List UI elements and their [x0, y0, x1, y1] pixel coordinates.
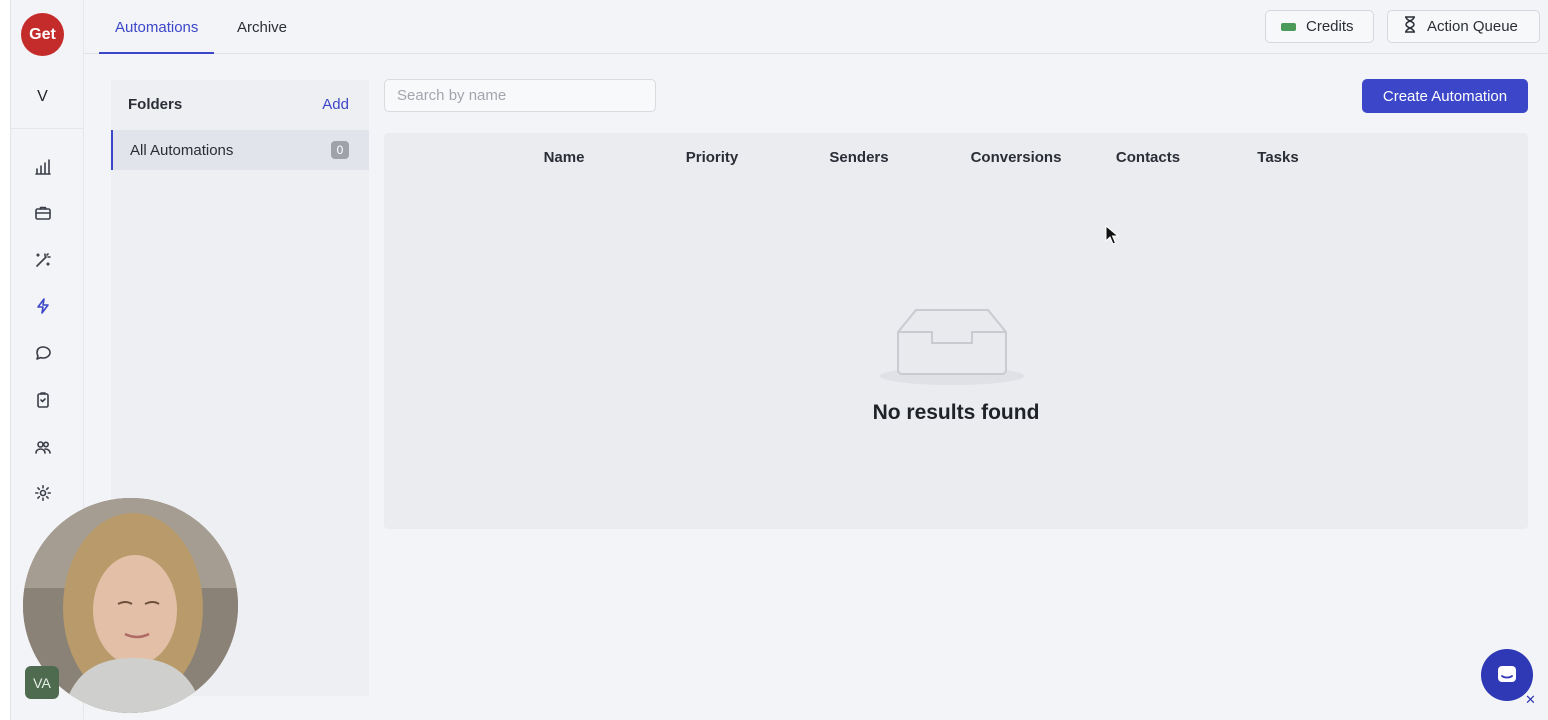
bar-chart-icon[interactable] [32, 156, 54, 178]
add-folder-button[interactable]: Add [322, 96, 349, 113]
automations-table: Name Priority Senders Conversions Contac… [384, 133, 1528, 529]
empty-inbox-icon [880, 309, 1024, 385]
empty-state-message: No results found [872, 401, 1040, 424]
column-header-senders[interactable]: Senders [829, 149, 888, 166]
lightning-icon[interactable] [32, 295, 54, 317]
chat-bubble-icon[interactable] [32, 342, 54, 364]
people-icon[interactable] [32, 436, 54, 458]
briefcase-icon[interactable] [32, 202, 54, 224]
credits-label: Credits [1306, 18, 1354, 35]
presenter-avatar: VA [25, 666, 59, 699]
action-queue-label: Action Queue [1427, 18, 1518, 35]
credits-button[interactable]: Credits [1265, 10, 1374, 43]
column-header-conversions[interactable]: Conversions [971, 149, 1062, 166]
column-header-contacts[interactable]: Contacts [1116, 149, 1180, 166]
tab-archive[interactable]: Archive [221, 0, 303, 54]
app-logo[interactable]: Get [21, 13, 64, 56]
folders-title: Folders [128, 95, 183, 113]
magic-wand-icon[interactable] [32, 249, 54, 271]
rail-divider [11, 128, 84, 129]
column-header-tasks[interactable]: Tasks [1257, 149, 1298, 166]
app-window: Get V Automations Archive Credits Action… [10, 0, 1548, 720]
folders-header: Folders Add [111, 80, 369, 128]
tab-automations[interactable]: Automations [99, 0, 215, 54]
folder-item-all-automations[interactable]: All Automations 0 [111, 130, 369, 170]
clipboard-icon[interactable] [32, 389, 54, 411]
column-header-priority[interactable]: Priority [686, 149, 739, 166]
battery-icon [1281, 22, 1296, 31]
search-input[interactable] [384, 79, 656, 112]
column-header-name[interactable]: Name [544, 149, 585, 166]
workspace-initial[interactable]: V [11, 88, 74, 106]
folder-label: All Automations [130, 141, 234, 159]
mouse-cursor-icon [1105, 225, 1119, 245]
hourglass-icon [1403, 16, 1417, 37]
gear-icon[interactable] [32, 482, 54, 504]
action-queue-button[interactable]: Action Queue [1387, 10, 1540, 43]
chat-icon [1498, 666, 1516, 682]
close-icon[interactable]: ✕ [1525, 692, 1536, 708]
folder-count-badge: 0 [331, 141, 349, 159]
top-bar: Automations Archive Credits Action Queue [84, 0, 1548, 54]
create-automation-button[interactable]: Create Automation [1362, 79, 1528, 113]
